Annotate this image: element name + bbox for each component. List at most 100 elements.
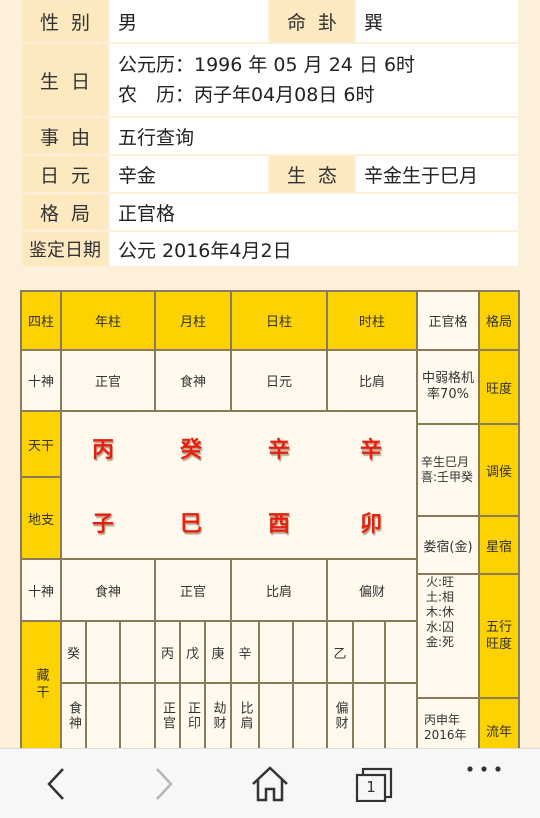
tabs-button[interactable]: 1 <box>344 759 404 809</box>
date-value: 公元 2016年4月2日 <box>110 232 518 266</box>
tiangan-day: 辛 <box>268 437 291 463</box>
canggan-god: 正官 <box>156 684 179 748</box>
canggan-empty <box>87 622 119 682</box>
info-row-geju: 格局 正官格 <box>22 192 518 230</box>
canggan-god: 劫财 <box>206 684 230 748</box>
info-row-riyuan: 日元 辛金 生态 辛金生于巳月 <box>22 154 518 192</box>
shishen-bottom-hour: 偏财 <box>328 560 416 620</box>
header-yuezhu: 月柱 <box>156 292 230 349</box>
canggan-god: 偏财 <box>328 684 352 748</box>
reason-label: 事由 <box>22 118 110 154</box>
info-row-birthday: 生日 公元历：1996 年 05 月 24 日 6时 农 历：丙子年04月08日… <box>22 42 518 116</box>
more-button[interactable] <box>454 759 514 809</box>
side-liunian-label: 流年 <box>480 699 518 748</box>
canggan-empty <box>354 684 384 748</box>
birthday-label: 生日 <box>22 44 110 116</box>
dizhi-month: 巳 <box>180 511 203 537</box>
canggan-empty <box>294 684 326 748</box>
browser-toolbar: 1 <box>0 748 540 818</box>
wuxing-line: 水:囚 <box>426 620 455 634</box>
gender-label: 性别 <box>22 0 110 42</box>
canggan-empty <box>121 622 154 682</box>
shishen-bottom-day: 比肩 <box>232 560 326 620</box>
canggan-empty <box>260 622 292 682</box>
side-wangdu-value: 中弱格机率70% <box>418 351 478 423</box>
reason-value: 五行查询 <box>110 118 518 154</box>
dizhi-year: 子 <box>92 511 115 537</box>
side-xingsu-label: 星宿 <box>480 517 518 573</box>
canggan-char: 庚 <box>206 622 230 682</box>
dizhi-label: 地支 <box>22 478 60 558</box>
canggan-god: 食神 <box>62 684 85 748</box>
home-icon <box>252 766 288 802</box>
wuxing-line: 土:相 <box>426 590 455 604</box>
shishen-bottom-year: 食神 <box>62 560 154 620</box>
canggan-char: 乙 <box>328 622 352 682</box>
tiangan-year: 丙 <box>92 437 115 463</box>
forward-button[interactable] <box>134 759 194 809</box>
canggan-god-text: 比肩 <box>237 701 253 731</box>
date-label: 鉴定日期 <box>22 232 110 266</box>
ganzhi-block: 丙 癸 辛 辛 子 巳 酉 卯 <box>62 412 416 558</box>
side-geju-value: 正官格 <box>418 292 478 349</box>
canggan-god-text: 正印 <box>185 701 200 731</box>
tab-count: 1 <box>366 778 376 796</box>
geju-value: 正官格 <box>110 194 518 230</box>
canggan-god-text: 正官 <box>160 701 175 731</box>
canggan-empty <box>121 684 154 748</box>
shengtai-value: 辛金生于巳月 <box>356 156 518 192</box>
canggan-empty <box>87 684 119 748</box>
side-wuxing-label: 五行旺度 <box>480 575 518 697</box>
minggua-label: 命卦 <box>268 0 356 42</box>
canggan-char: 辛 <box>232 622 258 682</box>
canggan-empty <box>354 622 384 682</box>
canggan-char: 丙 <box>156 622 179 682</box>
more-icon <box>467 766 501 772</box>
shishen-top-year: 正官 <box>62 351 154 410</box>
wuxing-line: 木:休 <box>426 605 455 619</box>
geju-label: 格局 <box>22 194 110 230</box>
shengtai-label: 生态 <box>268 156 356 192</box>
side-xingsu-value: 娄宿(金) <box>418 517 478 573</box>
solar-date: 公元历：1996 年 05 月 24 日 6时 <box>118 54 416 76</box>
dizhi-day: 酉 <box>268 511 291 537</box>
lunar-date: 农 历：丙子年04月08日 6时 <box>118 84 375 106</box>
tiangan-hour: 辛 <box>360 437 383 463</box>
dizhi-hour: 卯 <box>360 511 383 537</box>
header-shizhu: 时柱 <box>328 292 416 349</box>
back-icon <box>47 768 64 800</box>
canggan-char: 癸 <box>62 622 85 682</box>
canggan-empty <box>386 622 416 682</box>
side-wuxing-value: 火:旺 土:相 木:休 水:囚 金:死 <box>418 575 478 697</box>
side-tiaohou-value: 辛生巳月喜:壬甲癸 <box>418 425 478 515</box>
wuxing-line: 火:旺 <box>426 575 455 589</box>
canggan-empty <box>260 684 292 748</box>
side-wangdu-label: 旺度 <box>480 351 518 423</box>
gender-value: 男 <box>110 0 268 42</box>
info-row-date: 鉴定日期 公元 2016年4月2日 <box>22 230 518 266</box>
canggan-label-text: 藏干 <box>33 668 49 702</box>
canggan-empty <box>294 622 326 682</box>
back-button[interactable] <box>26 759 86 809</box>
header-nianzhu: 年柱 <box>62 292 154 349</box>
canggan-label: 藏干 <box>22 622 60 748</box>
info-row-gender: 性别 男 命卦 巽 <box>22 0 518 42</box>
bazi-chart: 四柱 年柱 月柱 日柱 时柱 十神 正官 食神 日元 比肩 天干 地支 丙 癸 … <box>20 290 520 748</box>
side-tiaohou-label: 调侯 <box>480 425 518 515</box>
shishen-top-label: 十神 <box>22 351 60 410</box>
shishen-top-day: 日元 <box>232 351 326 410</box>
forward-icon <box>156 768 173 800</box>
tiangan-month: 癸 <box>180 437 203 463</box>
canggan-god: 正印 <box>181 684 204 748</box>
header-rizhu: 日柱 <box>232 292 326 349</box>
home-button[interactable] <box>240 759 300 809</box>
canggan-god-text: 劫财 <box>210 701 226 731</box>
canggan-god-text: 食神 <box>66 701 81 731</box>
riyuan-value: 辛金 <box>110 156 268 192</box>
header-sizhu: 四柱 <box>22 292 60 349</box>
shishen-bottom-label: 十神 <box>22 560 60 620</box>
canggan-god: 比肩 <box>232 684 258 748</box>
canggan-empty <box>386 684 416 748</box>
shishen-top-hour: 比肩 <box>328 351 416 410</box>
shishen-top-month: 食神 <box>156 351 230 410</box>
